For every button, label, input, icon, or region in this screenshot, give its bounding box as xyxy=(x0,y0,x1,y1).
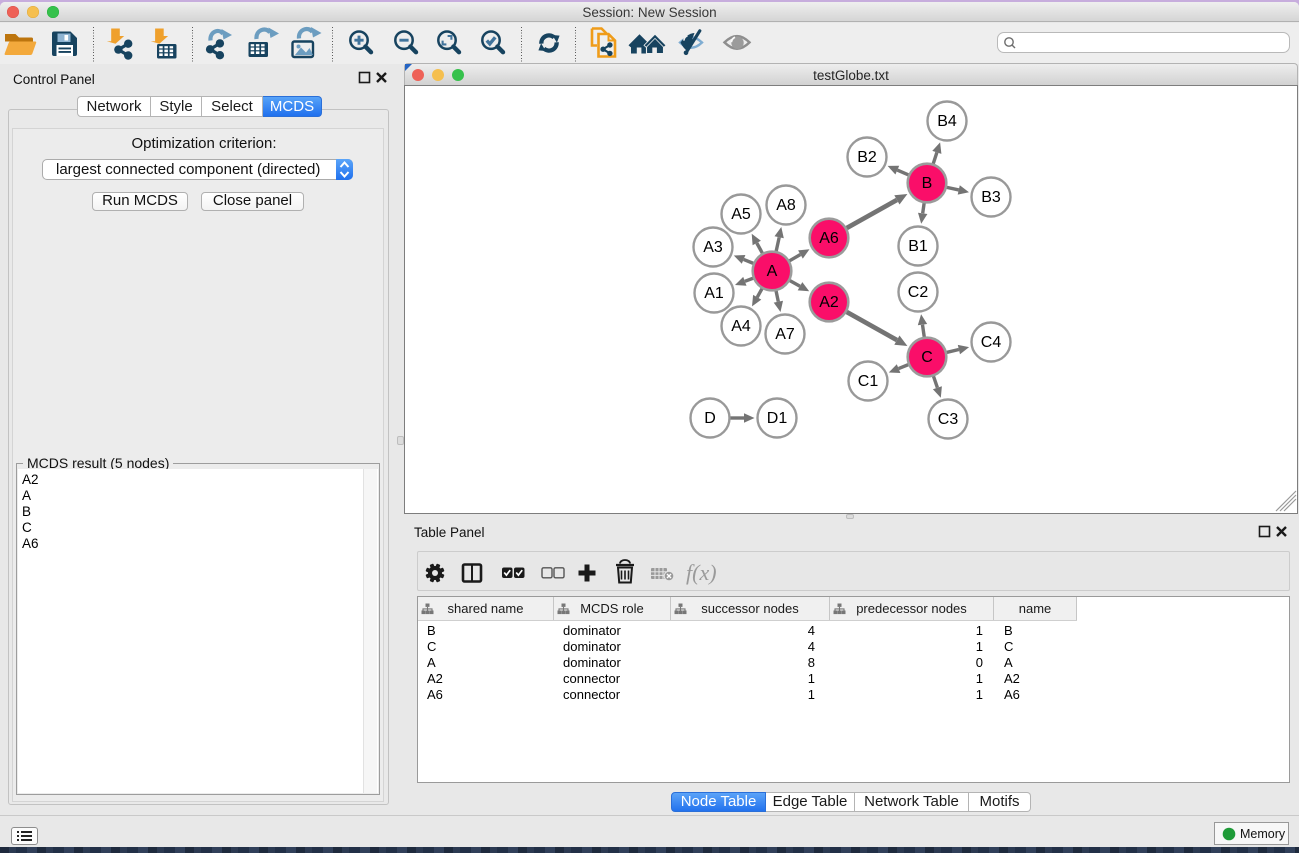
svg-text:C: C xyxy=(921,349,933,366)
svg-text:C3: C3 xyxy=(938,411,959,428)
svg-text:B4: B4 xyxy=(937,113,957,130)
svg-text:A3: A3 xyxy=(703,239,723,256)
svg-text:f(x): f(x) xyxy=(686,560,717,585)
svg-text:D: D xyxy=(704,410,716,427)
svg-text:B1: B1 xyxy=(908,238,928,255)
svg-text:B3: B3 xyxy=(981,189,1001,206)
svg-text:B2: B2 xyxy=(857,149,877,166)
svg-text:A5: A5 xyxy=(731,206,751,223)
svg-text:C1: C1 xyxy=(858,373,879,390)
svg-text:A: A xyxy=(767,263,778,280)
svg-text:C2: C2 xyxy=(908,284,929,301)
svg-text:A2: A2 xyxy=(819,294,839,311)
svg-text:A6: A6 xyxy=(819,230,839,247)
svg-text:A4: A4 xyxy=(731,318,751,335)
svg-text:C4: C4 xyxy=(981,334,1002,351)
svg-text:A8: A8 xyxy=(776,197,796,214)
svg-text:A1: A1 xyxy=(704,285,724,302)
svg-text:B: B xyxy=(922,175,933,192)
svg-text:A7: A7 xyxy=(775,326,795,343)
svg-text:D1: D1 xyxy=(767,410,788,427)
